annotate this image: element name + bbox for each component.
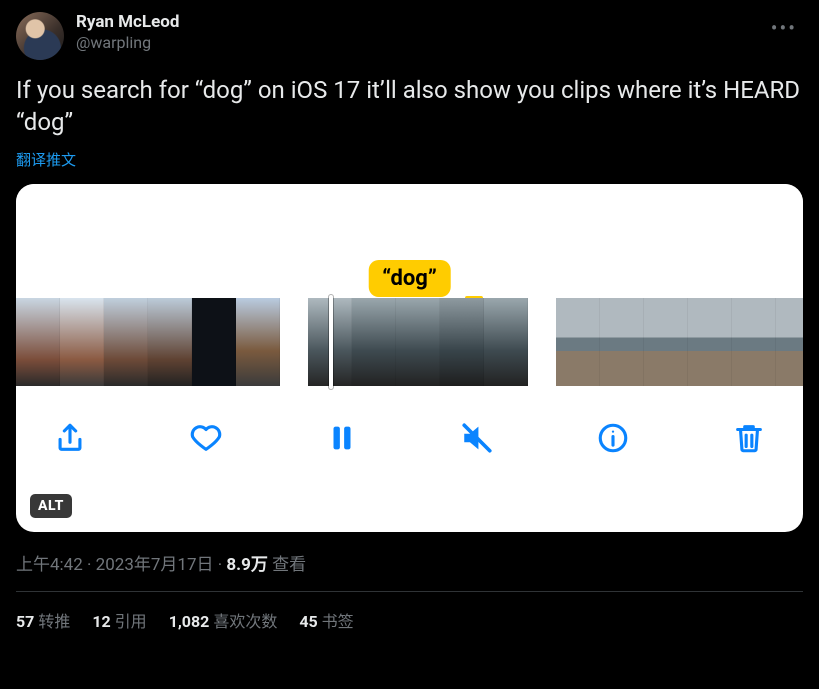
- author-names[interactable]: Ryan McLeod @warpling: [76, 12, 179, 53]
- timeline-strip[interactable]: [16, 294, 803, 390]
- clip-segment[interactable]: [16, 298, 280, 386]
- meta-views-label: 查看: [272, 555, 306, 575]
- label: 引用: [115, 612, 147, 631]
- meta-date[interactable]: 2023年7月17日: [96, 555, 214, 575]
- display-name: Ryan McLeod: [76, 12, 179, 33]
- media-card[interactable]: “dog”: [16, 184, 803, 532]
- caption-bubble: “dog”: [368, 260, 451, 297]
- tweet-container: Ryan McLeod @warpling ••• If you search …: [0, 0, 819, 632]
- playhead[interactable]: [329, 295, 333, 389]
- info-icon[interactable]: [593, 418, 633, 458]
- clip-segment[interactable]: [556, 298, 803, 386]
- clip-segment[interactable]: [308, 298, 528, 386]
- tweet-text: If you search for “dog” on iOS 17 it’ll …: [16, 74, 803, 139]
- stat-bookmarks[interactable]: 45 书签: [299, 608, 353, 632]
- thumbnail: [440, 298, 484, 386]
- thumbnail: [688, 298, 732, 386]
- thumbnail: [16, 298, 60, 386]
- meta-views-count[interactable]: 8.9万: [226, 555, 267, 575]
- stat-likes[interactable]: 1,082 喜欢次数: [169, 608, 278, 632]
- translate-link[interactable]: 翻译推文: [16, 149, 803, 170]
- tweet-meta: 上午4:42 2023年7月17日 8.9万 查看: [16, 550, 803, 575]
- thumbnail: [484, 298, 528, 386]
- label: 喜欢次数: [213, 612, 277, 631]
- more-icon[interactable]: •••: [765, 12, 803, 44]
- thumbnail: [644, 298, 688, 386]
- thumbnail: [556, 298, 600, 386]
- thumbnail: [60, 298, 104, 386]
- alt-badge[interactable]: ALT: [30, 494, 72, 518]
- heart-icon[interactable]: [186, 418, 226, 458]
- thumbnail: [352, 298, 396, 386]
- count: 57: [16, 612, 34, 631]
- trash-icon[interactable]: [729, 418, 769, 458]
- mute-icon[interactable]: [457, 418, 497, 458]
- label: 书签: [322, 612, 354, 631]
- thumbnail: [192, 298, 236, 386]
- count: 1,082: [169, 612, 210, 631]
- thumbnail: [148, 298, 192, 386]
- thumbnail: [104, 298, 148, 386]
- count: 45: [299, 612, 317, 631]
- meta-time[interactable]: 上午4:42: [16, 555, 83, 575]
- tweet-header: Ryan McLeod @warpling •••: [16, 12, 803, 60]
- thumbnail: [732, 298, 776, 386]
- label: 转推: [38, 612, 70, 631]
- handle: @warpling: [76, 33, 179, 53]
- share-icon[interactable]: [50, 418, 90, 458]
- thumbnail: [776, 298, 803, 386]
- stat-quotes[interactable]: 12 引用: [92, 608, 146, 632]
- avatar[interactable]: [16, 12, 64, 60]
- thumbnail: [600, 298, 644, 386]
- media-toolbar: [16, 390, 803, 476]
- count: 12: [92, 612, 110, 631]
- stat-retweets[interactable]: 57 转推: [16, 608, 70, 632]
- tweet-stats: 57 转推 12 引用 1,082 喜欢次数 45 书签: [16, 592, 803, 632]
- pause-icon[interactable]: [322, 418, 362, 458]
- thumbnail: [236, 298, 280, 386]
- thumbnail: [396, 298, 440, 386]
